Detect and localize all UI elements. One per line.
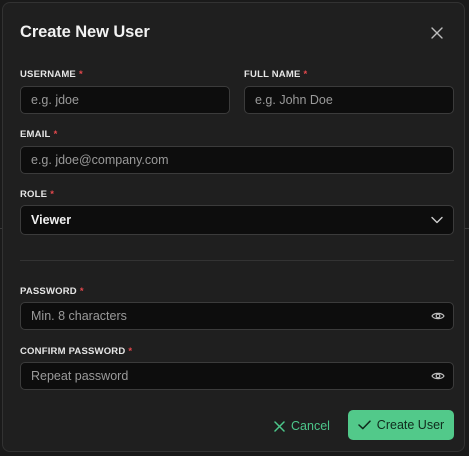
password-label-text: PASSWORD — [20, 286, 77, 297]
confirm-password-label-text: CONFIRM PASSWORD — [20, 346, 126, 357]
required-marker: * — [303, 69, 308, 80]
email-input[interactable] — [20, 146, 454, 174]
cancel-button-label: Cancel — [291, 419, 330, 433]
confirm-password-label: CONFIRM PASSWORD * — [20, 346, 132, 357]
check-icon — [358, 420, 371, 430]
username-label: USERNAME * — [20, 69, 83, 80]
email-label-text: EMAIL — [20, 129, 51, 140]
full-name-label-text: FULL NAME — [244, 69, 301, 80]
x-icon — [274, 420, 285, 432]
required-marker: * — [79, 286, 84, 297]
dialog-title: Create New User — [20, 23, 150, 41]
create-user-button-label: Create User — [376, 418, 445, 432]
toggle-confirm-password-visibility-button[interactable] — [429, 367, 447, 385]
section-divider — [20, 260, 454, 261]
role-selected-value: Viewer — [31, 213, 72, 227]
required-marker: * — [50, 189, 55, 200]
username-input[interactable] — [20, 86, 230, 114]
role-label-text: ROLE — [20, 189, 48, 200]
cancel-button[interactable]: Cancel — [268, 411, 336, 441]
role-label: ROLE * — [20, 189, 54, 200]
password-input[interactable] — [20, 302, 454, 330]
confirm-password-input[interactable] — [20, 362, 454, 390]
required-marker: * — [78, 69, 83, 80]
required-marker: * — [53, 129, 58, 140]
chevron-down-icon — [431, 216, 443, 224]
create-user-dialog: Create New User USERNAME* FULL NAME* EMA… — [2, 2, 465, 452]
eye-icon — [431, 372, 445, 380]
required-marker: * — [128, 346, 133, 357]
toggle-password-visibility-button[interactable] — [429, 307, 447, 325]
create-user-button[interactable]: Create User — [348, 410, 454, 440]
full-name-label: FULL NAME * — [244, 69, 307, 80]
username-label-text: USERNAME — [20, 69, 76, 80]
role-select[interactable]: Viewer — [20, 205, 454, 235]
close-icon — [431, 27, 443, 39]
eye-icon — [431, 312, 445, 320]
close-button[interactable] — [427, 23, 447, 43]
email-label: EMAIL * — [20, 129, 57, 140]
password-label: PASSWORD * — [20, 286, 84, 297]
full-name-input[interactable] — [244, 86, 454, 114]
